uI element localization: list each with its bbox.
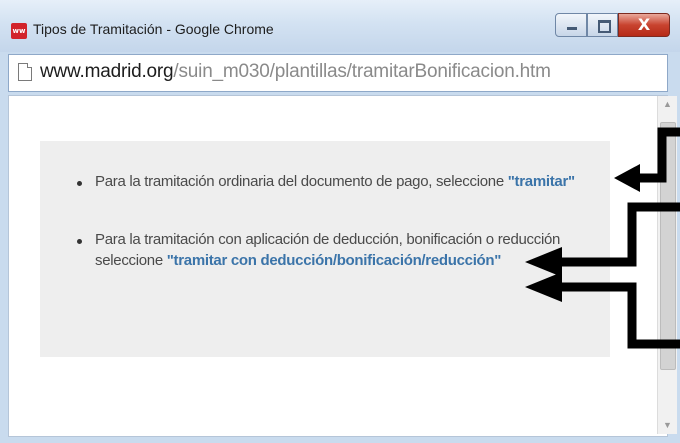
- browser-window: ww Tipos de Tramitación - Google Chrome …: [0, 0, 680, 443]
- arrow-3-line: [557, 282, 680, 349]
- arrow-2-line: [555, 202, 680, 267]
- annotation-arrows: [525, 127, 680, 349]
- arrow-1-head: [614, 164, 640, 192]
- arrow-3-head: [525, 272, 562, 302]
- arrow-2-head: [525, 247, 562, 277]
- arrow-1-line: [635, 127, 680, 183]
